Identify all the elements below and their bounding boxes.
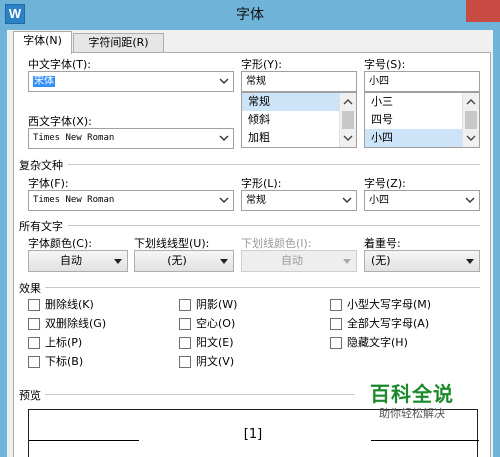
watermark-logo: 百科全说 助你轻松解决 [362, 382, 462, 422]
western-font-combo[interactable]: Times New Roman [28, 128, 234, 149]
checkbox-box[interactable] [179, 356, 191, 368]
checkbox-label: 阳文(E) [196, 336, 234, 349]
complex-font-combo[interactable]: Times New Roman [28, 190, 234, 211]
chinese-font-value: 宋体 [33, 76, 55, 87]
checkbox-label: 阴文(V) [196, 355, 235, 368]
font-size-label: 字号(S): [364, 58, 406, 71]
underline-color-dropdown: 自动 [241, 250, 357, 272]
checkbox-label: 删除线(K) [45, 298, 94, 311]
font-color-dropdown[interactable]: 自动 [28, 250, 128, 272]
tab-font[interactable]: 字体(N) [13, 31, 72, 54]
complex-font-label: 字体(F): [28, 177, 69, 190]
preview-sample-text: [1] [243, 427, 263, 442]
chinese-font-combo[interactable]: 宋体 [28, 71, 234, 92]
emphasis-value: (无) [371, 254, 391, 267]
chevron-down-icon[interactable] [218, 129, 230, 148]
font-color-label: 字体颜色(C): [28, 237, 92, 250]
triangle-down-icon [466, 259, 474, 264]
checkbox-label: 小型大写字母(M) [347, 298, 432, 311]
chinese-font-label: 中文字体(T): [28, 58, 92, 71]
watermark-subtitle: 助你轻松解决 [379, 407, 445, 420]
title-bar: W 字体 [0, 0, 500, 30]
scrollbar[interactable] [339, 93, 356, 147]
window-frame-right [493, 30, 500, 457]
triangle-down-icon [114, 259, 122, 264]
font-style-input[interactable]: 常规 [241, 71, 357, 92]
emphasis-dropdown[interactable]: (无) [364, 250, 480, 272]
triangle-down-icon [343, 259, 351, 264]
checkbox-box[interactable] [179, 337, 191, 349]
checkbox-box[interactable] [179, 299, 191, 311]
font-style-label: 字形(Y): [241, 58, 283, 71]
complex-size-label: 字号(Z): [364, 177, 406, 190]
section-divider [45, 394, 355, 395]
scrollbar[interactable] [462, 93, 479, 147]
preview-section-label: 预览 [19, 389, 41, 402]
checkbox-label: 阴影(W) [196, 298, 238, 311]
font-size-input[interactable]: 小四 [364, 71, 480, 92]
complex-font-value: Times New Roman [33, 195, 115, 205]
western-font-label: 西文字体(X): [28, 115, 92, 128]
underline-type-dropdown[interactable]: (无) [134, 250, 234, 272]
chevron-down-icon[interactable] [218, 191, 230, 210]
checkbox-box[interactable] [28, 337, 40, 349]
western-font-value: Times New Roman [33, 133, 115, 143]
scroll-down-icon[interactable] [340, 130, 356, 146]
checkbox-label: 全部大写字母(A) [347, 317, 430, 330]
section-divider [45, 287, 480, 288]
checkbox-box[interactable] [28, 299, 40, 311]
watermark-title: 百科全说 [370, 382, 454, 406]
underline-type-value: (无) [167, 254, 187, 267]
emphasis-label: 着重号: [364, 237, 401, 250]
checkbox-box[interactable] [28, 356, 40, 368]
close-button[interactable] [466, 0, 500, 22]
complex-size-value: 小四 [369, 195, 389, 206]
window-title: 字体 [236, 7, 264, 23]
complex-script-section-label: 复杂文种 [19, 159, 63, 172]
all-text-section-label: 所有文字 [19, 220, 63, 233]
font-style-list[interactable]: 常规 倾斜 加粗 [241, 92, 357, 148]
complex-style-label: 字形(L): [241, 177, 282, 190]
checkbox-box[interactable] [330, 337, 342, 349]
scroll-up-icon[interactable] [463, 94, 479, 110]
section-divider [68, 225, 480, 226]
scrollbar-thumb[interactable] [465, 111, 477, 129]
checkbox-box[interactable] [330, 299, 342, 311]
font-size-list[interactable]: 小三 四号 小四 [364, 92, 480, 148]
scrollbar-thumb[interactable] [342, 111, 354, 129]
effects-section-label: 效果 [19, 282, 41, 295]
underline-color-label: 下划线颜色(I): [241, 237, 312, 250]
scroll-up-icon[interactable] [340, 94, 356, 110]
checkbox-label: 双删除线(G) [45, 317, 107, 330]
chevron-down-icon[interactable] [464, 191, 476, 210]
font-color-value: 自动 [60, 254, 82, 267]
section-divider [68, 164, 480, 165]
triangle-down-icon [220, 259, 228, 264]
chevron-down-icon[interactable] [218, 72, 230, 91]
complex-style-value: 常规 [246, 195, 266, 206]
chevron-down-icon[interactable] [341, 191, 353, 210]
scroll-down-icon[interactable] [463, 130, 479, 146]
checkbox-label: 上标(P) [45, 336, 83, 349]
underline-type-label: 下划线线型(U): [134, 237, 210, 250]
checkbox-label: 隐藏文字(H) [347, 336, 408, 349]
checkbox-box[interactable] [330, 318, 342, 330]
checkbox-box[interactable] [179, 318, 191, 330]
complex-size-combo[interactable]: 小四 [364, 190, 480, 211]
tab-character-spacing[interactable]: 字符间距(R) [73, 33, 164, 53]
complex-style-combo[interactable]: 常规 [241, 190, 357, 211]
checkbox-label: 空心(O) [196, 317, 236, 330]
checkbox-box[interactable] [28, 318, 40, 330]
window-frame-left [0, 30, 7, 457]
checkbox-label: 下标(B) [45, 355, 84, 368]
underline-color-value: 自动 [281, 254, 303, 267]
